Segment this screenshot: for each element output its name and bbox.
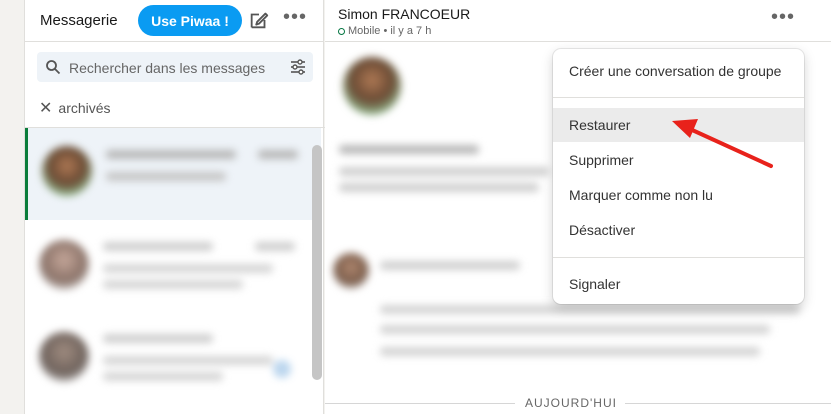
contact-status: Mobile • il y a 7 h	[338, 25, 431, 37]
menu-item-deactivate[interactable]: Désactiver	[553, 213, 804, 247]
use-piwaa-button[interactable]: Use Piwaa !	[138, 5, 242, 36]
day-separator: AUJOURD'HUI	[325, 396, 831, 410]
status-text: Mobile • il y a 7 h	[348, 25, 432, 37]
list-item[interactable]	[25, 220, 321, 312]
conversation-options-icon[interactable]: •••	[771, 7, 795, 27]
messaging-title: Messagerie	[40, 12, 118, 29]
more-options-icon[interactable]: •••	[283, 7, 309, 30]
menu-divider	[553, 257, 804, 258]
compose-icon[interactable]	[248, 9, 270, 31]
annotation-arrow-icon	[672, 119, 773, 168]
conversation-header: Simon FRANCOEUR Mobile • il y a 7 h •••	[325, 0, 831, 42]
contact-name[interactable]: Simon FRANCOEUR	[338, 6, 470, 22]
filter-icon[interactable]	[289, 59, 307, 75]
conversation-list-panel: Messagerie Use Piwaa ! ••• Rechercher da…	[24, 0, 325, 414]
scrollbar[interactable]	[312, 145, 322, 380]
online-status-icon	[338, 27, 345, 35]
list-item[interactable]	[25, 312, 321, 404]
search-input[interactable]: Rechercher dans les messages	[37, 52, 313, 82]
archived-label: archivés	[58, 100, 111, 116]
menu-item-create-group[interactable]: Créer une conversation de groupe	[553, 54, 804, 88]
archived-filter[interactable]: ✕ archivés	[39, 98, 111, 118]
search-icon	[46, 60, 61, 75]
day-separator-label: AUJOURD'HUI	[525, 396, 617, 410]
menu-item-mark-unread[interactable]: Marquer comme non lu	[553, 178, 804, 212]
menu-divider	[553, 97, 804, 98]
messaging-header: Messagerie Use Piwaa ! •••	[25, 0, 323, 42]
close-icon[interactable]: ✕	[39, 98, 52, 118]
conversation-options-menu: Créer une conversation de groupe Restaur…	[553, 49, 804, 304]
menu-item-report[interactable]: Signaler	[553, 267, 804, 301]
list-item[interactable]	[25, 128, 321, 220]
search-placeholder: Rechercher dans les messages	[69, 60, 266, 76]
